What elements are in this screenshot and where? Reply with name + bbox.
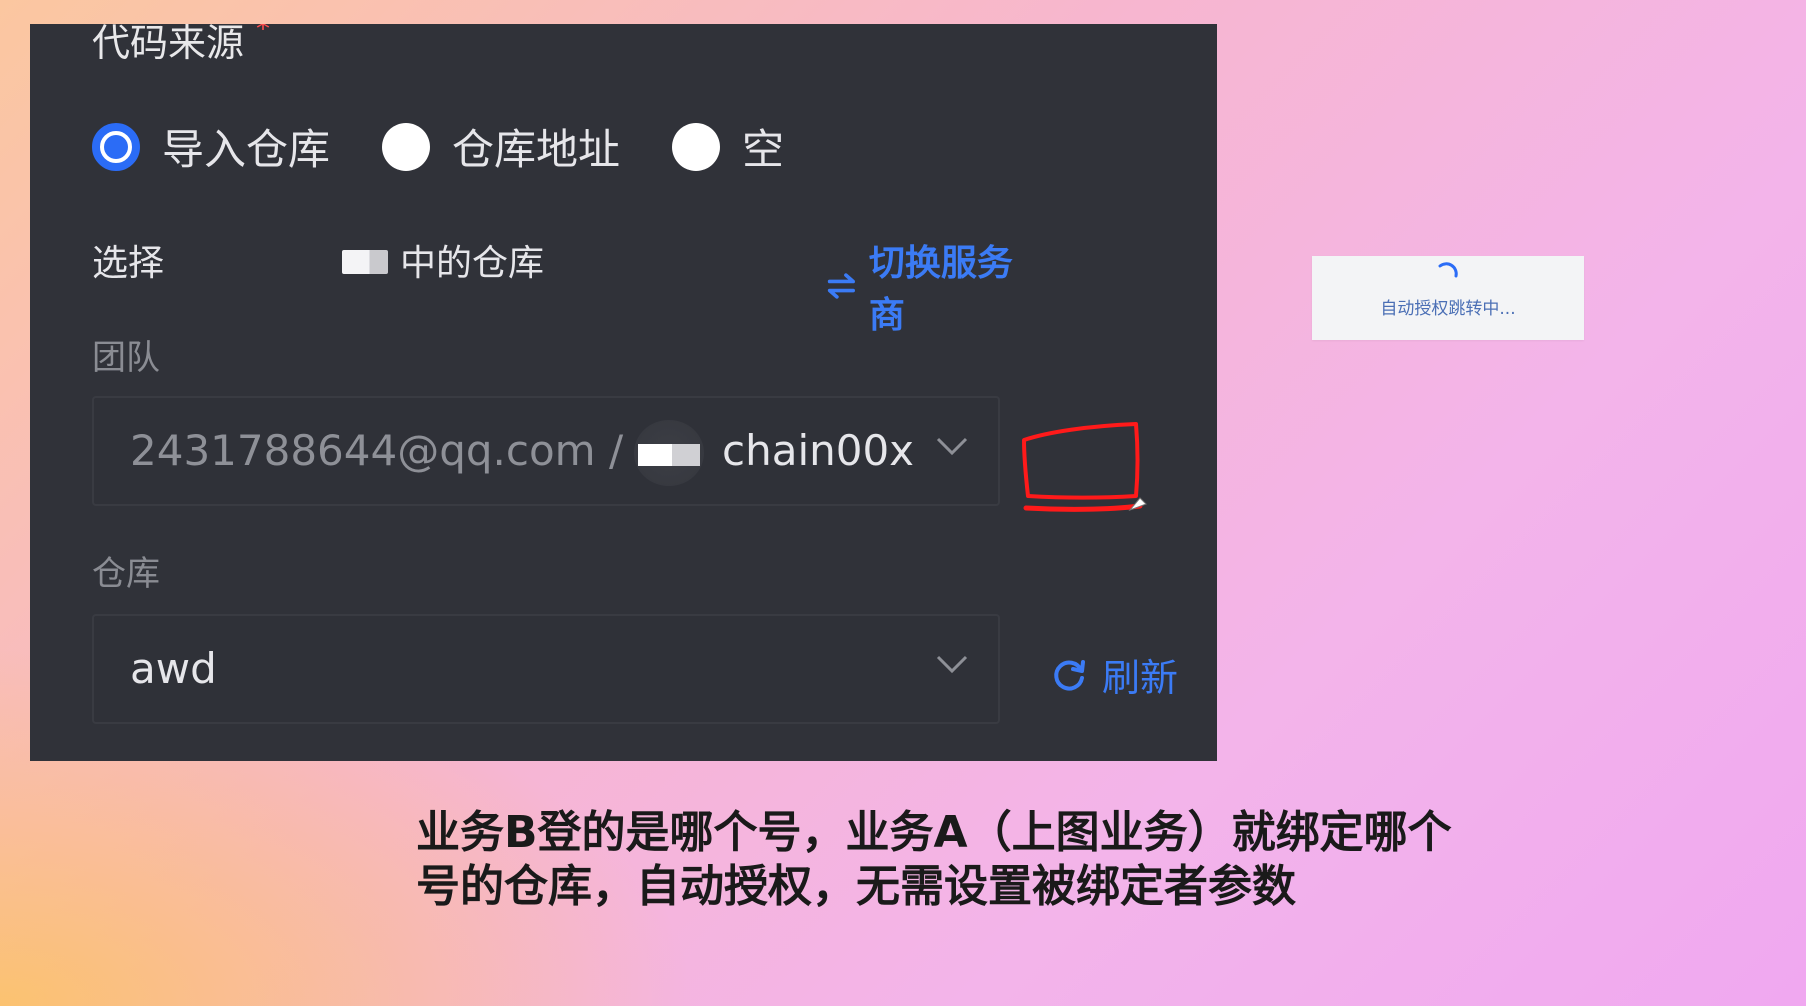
select-prefix-label: 选择 (92, 243, 165, 284)
refresh-icon (1054, 659, 1085, 691)
caption-line-2: 号的仓库，自动授权，无需设置被绑定者参数 (416, 861, 1296, 912)
radio-unselected-icon (382, 122, 431, 171)
radio-unselected-icon (672, 122, 721, 171)
switch-provider-label: 切换服务商 (868, 243, 1013, 336)
radio-label: 空 (742, 125, 785, 174)
code-source-panel: 代码来源 * 导入仓库 仓库地址 空 选择 中的仓库 切换服务商 团队 24317… (30, 24, 1217, 761)
auto-auth-toast: 自动授权跳转中... (1312, 256, 1584, 340)
caption-line-1: 业务B登的是哪个号，业务A（上图业务）就绑定哪个 (416, 807, 1452, 858)
repo-value: awd (130, 644, 217, 693)
team-account: 2431788644@qq.com / (130, 426, 624, 475)
switch-arrows-icon (827, 273, 855, 299)
radio-import-repo[interactable]: 导入仓库 (92, 116, 330, 177)
team-org-name: chain00x (722, 426, 915, 475)
provider-row: 选择 中的仓库 切换服务商 (92, 234, 1032, 336)
required-mark: * (256, 24, 271, 45)
repo-label: 仓库 (92, 554, 160, 594)
radio-selected-icon (92, 122, 140, 171)
loading-spinner-icon (1438, 262, 1458, 278)
source-radio-group: 导入仓库 仓库地址 空 (92, 116, 836, 177)
org-avatar (634, 420, 704, 486)
chevron-down-icon (936, 437, 968, 456)
switch-provider-link[interactable]: 切换服务商 (826, 234, 1032, 338)
toast-text: 自动授权跳转中... (1380, 299, 1516, 319)
radio-empty[interactable]: 空 (672, 116, 784, 177)
section-title: 代码来源 * (92, 24, 270, 67)
refresh-label: 刷新 (1102, 656, 1179, 700)
team-select[interactable]: 2431788644@qq.com / chain00x (92, 396, 1000, 506)
chevron-down-icon (936, 655, 968, 674)
select-suffix-label: 中的仓库 (400, 243, 545, 284)
red-annotation-scribble (1022, 422, 1147, 512)
radio-repo-url[interactable]: 仓库地址 (382, 116, 620, 177)
radio-label: 仓库地址 (452, 125, 621, 174)
caption: 业务B登的是哪个号，业务A（上图业务）就绑定哪个 号的仓库，自动授权，无需设置被… (416, 806, 1516, 914)
radio-label: 导入仓库 (162, 125, 331, 174)
team-label: 团队 (92, 338, 160, 378)
refresh-button[interactable]: 刷新 (1050, 647, 1178, 702)
repo-select[interactable]: awd (92, 614, 1000, 724)
provider-logo (342, 250, 388, 274)
